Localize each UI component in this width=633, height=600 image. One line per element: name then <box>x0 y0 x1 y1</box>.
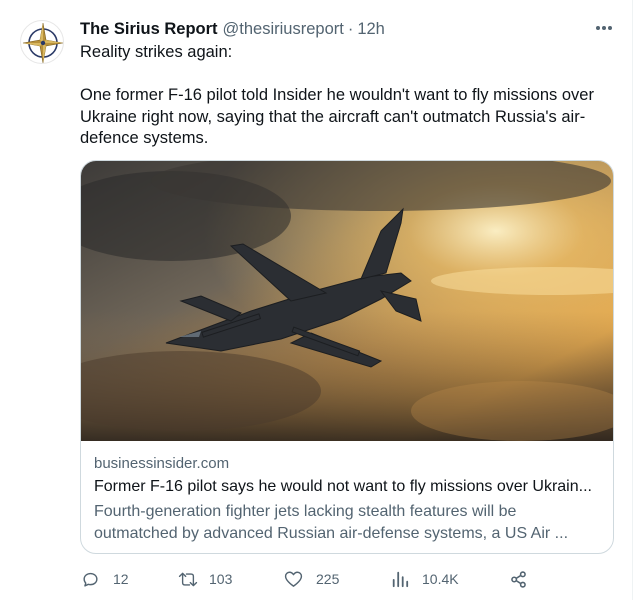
views-button[interactable]: 10.4K <box>390 566 459 592</box>
reply-button[interactable]: 12 <box>80 566 129 592</box>
retweet-icon <box>178 569 198 589</box>
reply-icon <box>80 569 100 589</box>
like-count: 225 <box>316 571 340 587</box>
action-bar: 12 103 225 10.4K <box>80 566 530 592</box>
retweet-button[interactable]: 103 <box>178 566 232 592</box>
tweet-text-line-2: One former F-16 pilot told Insider he wo… <box>80 86 594 147</box>
link-card[interactable]: businessinsider.com Former F-16 pilot sa… <box>80 160 614 554</box>
tweet[interactable]: The Sirius Report @thesiriusreport · 12h… <box>0 0 633 600</box>
avatar[interactable] <box>20 20 64 64</box>
heart-icon <box>283 569 303 589</box>
like-button[interactable]: 225 <box>283 566 339 592</box>
share-icon <box>508 569 528 589</box>
f16-fighter-jet-image <box>81 161 613 441</box>
author-name[interactable]: The Sirius Report <box>80 20 218 39</box>
compass-star-logo-icon <box>22 22 63 63</box>
more-options-button[interactable] <box>590 16 618 40</box>
tweet-text: Reality strikes again: One former F-16 p… <box>80 42 610 150</box>
views-chart-icon <box>390 569 410 589</box>
more-dots-icon <box>596 26 612 30</box>
card-description: Fourth-generation fighter jets lacking s… <box>94 503 569 542</box>
views-count: 10.4K <box>422 571 459 587</box>
card-title: Former F-16 pilot says he would not want… <box>94 478 592 495</box>
timestamp[interactable]: 12h <box>357 20 385 39</box>
card-image[interactable] <box>81 161 613 441</box>
tweet-header: The Sirius Report @thesiriusreport · 12h <box>80 18 385 40</box>
tweet-text-line-1: Reality strikes again: <box>80 43 233 61</box>
author-handle[interactable]: @thesiriusreport <box>223 20 344 39</box>
separator-dot: · <box>347 19 354 38</box>
share-button[interactable] <box>508 566 528 592</box>
retweet-count: 103 <box>209 571 233 587</box>
reply-count: 12 <box>113 571 129 587</box>
card-domain: businessinsider.com <box>94 455 230 472</box>
